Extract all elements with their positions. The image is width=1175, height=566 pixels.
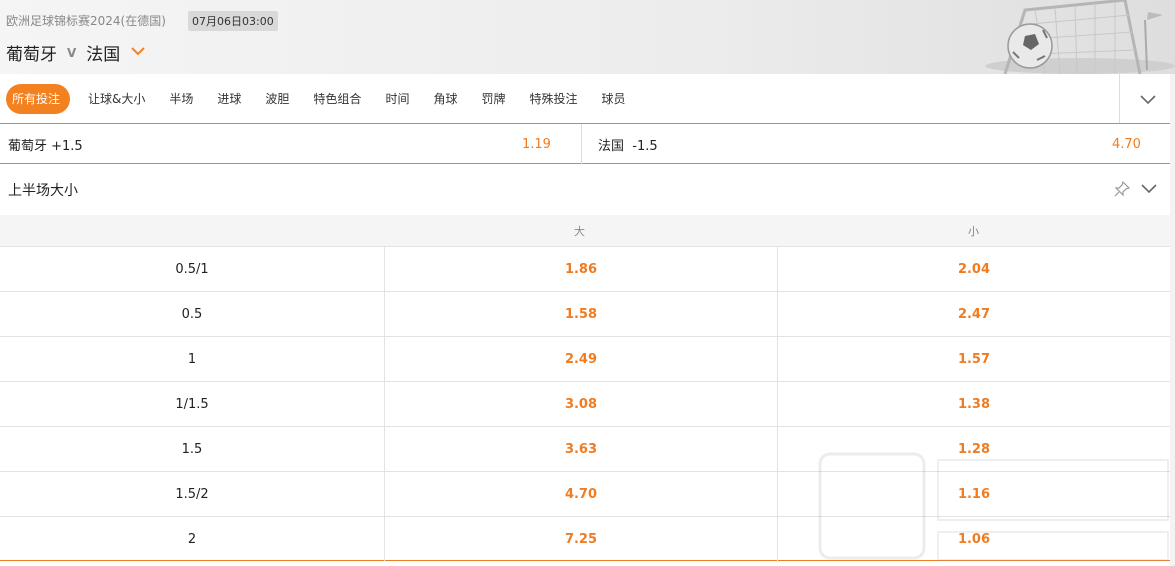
- vs-label: V: [67, 45, 77, 60]
- handicap-home-odds: 1.19: [522, 136, 551, 152]
- tab-half[interactable]: 半场: [157, 84, 205, 114]
- football-goal-illustration: [985, 0, 1175, 74]
- line-value: 1/1.5: [175, 396, 209, 412]
- under-odds[interactable]: 1.06: [777, 517, 1170, 561]
- handicap-home-selection[interactable]: 葡萄牙 +1.5 1.19: [8, 124, 580, 164]
- tab-time[interactable]: 时间: [373, 84, 421, 114]
- table-row: 1 2.49 1.57: [0, 336, 1170, 381]
- handicap-away-label: 法国 -1.5: [598, 138, 658, 154]
- over-odds[interactable]: 1.86: [384, 247, 777, 291]
- over-odds[interactable]: 1.58: [384, 292, 777, 336]
- nav-expand-button[interactable]: [1119, 74, 1175, 123]
- over-odds[interactable]: 2.49: [384, 337, 777, 381]
- tab-handicap-ou[interactable]: 让球&大小: [76, 84, 157, 114]
- handicap-away-odds: 4.70: [1112, 136, 1141, 152]
- table-header: 大 小: [0, 215, 1170, 246]
- table-row: 0.5 1.58 2.47: [0, 291, 1170, 336]
- table-row: 1.5 3.63 1.28: [0, 426, 1170, 471]
- tab-special-bets[interactable]: 特殊投注: [517, 84, 589, 114]
- handicap-away-selection[interactable]: 法国 -1.5 4.70: [598, 124, 1170, 164]
- tab-goals[interactable]: 进球: [205, 84, 253, 114]
- column-over-header: 大: [574, 225, 585, 238]
- market-header: 上半场大小: [0, 165, 1170, 215]
- under-odds[interactable]: 1.16: [777, 472, 1170, 516]
- pin-icon[interactable]: [1114, 181, 1130, 197]
- match-header: 欧洲足球锦标赛2024(在德国) 07月06日03:00 葡萄牙 V 法国: [0, 0, 1175, 74]
- under-odds[interactable]: 1.28: [777, 427, 1170, 471]
- divider: [581, 124, 582, 164]
- table-row: 0.5/1 1.86 2.04: [0, 246, 1170, 291]
- handicap-home-label: 葡萄牙 +1.5: [8, 138, 83, 154]
- tab-cards[interactable]: 罚牌: [469, 84, 517, 114]
- home-team: 葡萄牙: [6, 45, 57, 65]
- match-teams[interactable]: 葡萄牙 V 法国: [6, 40, 146, 65]
- under-odds[interactable]: 1.57: [777, 337, 1170, 381]
- chevron-down-icon[interactable]: [1140, 181, 1158, 197]
- away-team: 法国: [86, 45, 121, 65]
- line-value: 1.5: [181, 441, 203, 457]
- tab-players[interactable]: 球员: [590, 84, 638, 114]
- bet-category-nav: 所有投注 让球&大小 半场 进球 波胆 特色组合 时间 角球 罚牌 特殊投注 球…: [0, 74, 1175, 124]
- line-value: 2: [187, 531, 197, 547]
- chevron-down-icon[interactable]: [130, 43, 146, 59]
- line-value: 1: [187, 351, 197, 367]
- column-under-header: 小: [968, 225, 979, 238]
- market-title: 上半场大小: [8, 183, 78, 199]
- tab-correct-score[interactable]: 波胆: [253, 84, 301, 114]
- over-odds[interactable]: 3.63: [384, 427, 777, 471]
- under-odds[interactable]: 1.38: [777, 382, 1170, 426]
- table-row: 1.5/2 4.70 1.16: [0, 471, 1170, 516]
- line-value: 1.5/2: [175, 486, 209, 502]
- table-row: 2 7.25 1.06: [0, 516, 1170, 561]
- tab-all-bets[interactable]: 所有投注: [6, 83, 71, 114]
- tab-corners[interactable]: 角球: [421, 84, 469, 114]
- over-odds[interactable]: 4.70: [384, 472, 777, 516]
- tab-specials-combo[interactable]: 特色组合: [301, 84, 373, 114]
- odds-table: 大 小 0.5/1 1.86 2.04 0.5 1.58 2.47 1 2.49…: [0, 215, 1170, 561]
- over-odds[interactable]: 7.25: [384, 517, 777, 561]
- under-odds[interactable]: 2.47: [777, 292, 1170, 336]
- chevron-down-icon: [1139, 94, 1156, 104]
- league-name: 欧洲足球锦标赛2024(在德国): [6, 14, 166, 28]
- line-value: 0.5/1: [175, 261, 209, 277]
- kickoff-time: 07月06日03:00: [188, 11, 278, 31]
- over-odds[interactable]: 3.08: [384, 382, 777, 426]
- table-row: 1/1.5 3.08 1.38: [0, 381, 1170, 426]
- scrollbar-track[interactable]: [1170, 74, 1175, 566]
- line-value: 0.5: [181, 306, 203, 322]
- handicap-row: 葡萄牙 +1.5 1.19 法国 -1.5 4.70: [0, 124, 1170, 164]
- under-odds[interactable]: 2.04: [777, 247, 1170, 291]
